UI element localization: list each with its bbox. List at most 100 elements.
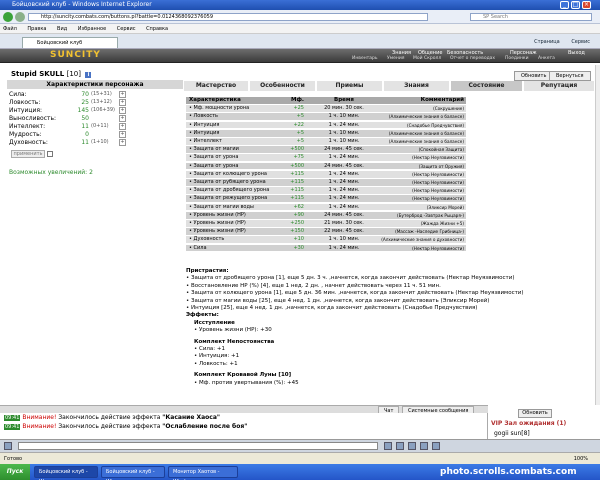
cell-time: 1 ч. 24 мин.	[328, 187, 360, 194]
refresh-button[interactable]: Обновить	[514, 71, 554, 81]
cell-value: +5	[296, 113, 304, 120]
send-icon[interactable]	[384, 442, 392, 450]
cell-value: +115	[290, 187, 304, 194]
tab-reputation[interactable]: Репутация	[524, 81, 595, 91]
plus-icon[interactable]: +	[119, 107, 126, 114]
plus-icon[interactable]: +	[119, 91, 126, 98]
menu-file[interactable]: Файл	[3, 26, 17, 32]
link-inventory[interactable]: Инвентарь	[352, 56, 378, 62]
back-icon[interactable]	[3, 12, 13, 22]
info-icon[interactable]: i	[85, 72, 92, 78]
tools-menu[interactable]: Сервис	[571, 39, 590, 45]
url-input[interactable]: http://suncity.combats.com/buttons.pl?ba…	[28, 13, 428, 21]
plus-icon[interactable]: +	[119, 99, 126, 106]
table-header: Характеристика Мф. Время Комментарий	[186, 97, 466, 105]
cell-comment: (Снадобье Предчувствия)	[406, 122, 464, 128]
table-row: • Мф. мощности урона +25 20 мин. 30 сек. (С…	[186, 105, 466, 113]
maximize-button[interactable]: □	[571, 1, 580, 9]
filter-icon[interactable]	[420, 442, 428, 450]
cell-stat: • Защита от рубящего урона	[189, 179, 266, 185]
tab-techniques[interactable]: Приемы	[317, 81, 383, 91]
tab-knowledge[interactable]: Знания	[384, 81, 450, 91]
vertical-scrollbar[interactable]	[595, 65, 600, 405]
cell-comment: (Массаж -Наследие Грибница-)	[395, 229, 464, 235]
cell-time: 1 ч. 24 мин.	[328, 244, 360, 251]
task-item[interactable]: Монитор Хаотов - Wind...	[168, 466, 238, 485]
character-panel: Stupid SKULL [10] i Характеристики персо…	[5, 65, 183, 405]
address-bar: http://suncity.combats.com/buttons.pl?ba…	[0, 10, 600, 24]
cell-comment: (Нектар Неуязвимости)	[412, 245, 464, 251]
online-user[interactable]: gogii sun[8]	[494, 430, 530, 437]
cell-stat: • Уровень жизни (HP)	[189, 220, 246, 226]
cell-value: +500	[290, 162, 304, 169]
forward-icon[interactable]	[15, 12, 25, 22]
tab-mastery[interactable]: Мастерство	[184, 81, 249, 91]
cell-comment: (Сокрушение)	[433, 106, 464, 112]
clear-icon[interactable]	[396, 442, 404, 450]
menu-favorites[interactable]: Избранное	[78, 26, 106, 32]
close-button[interactable]: ×	[582, 1, 591, 9]
options-icon[interactable]	[432, 442, 440, 450]
cell-time: 24 мин. 45 сек.	[324, 211, 364, 218]
game-header: SUNCITY Знания Общение Безопасность Перс…	[0, 49, 600, 63]
status-text: Готово	[4, 456, 23, 462]
menu-tools[interactable]: Сервис	[117, 26, 136, 32]
browser-tab[interactable]: Бойцовский клуб	[22, 37, 118, 48]
link-skills[interactable]: Умения	[387, 56, 404, 62]
start-button[interactable]: Пуск	[0, 464, 30, 480]
apply-button[interactable]: применить	[11, 150, 45, 158]
addiction-item: • Защита от дробящего урона [1], еще 5 д…	[186, 275, 515, 282]
cell-value: +250	[290, 220, 304, 226]
online-refresh-button[interactable]: Обновить	[518, 409, 552, 418]
effects-title: Эффекты:	[186, 312, 219, 319]
task-item[interactable]: Бойцовский клуб - Wi...	[101, 466, 165, 485]
link-battles[interactable]: Поединки	[505, 56, 529, 62]
table-row: • Защита от магии воды +62 1 ч. 24 мин. (Эл…	[186, 203, 466, 212]
link-profile[interactable]: Анкета	[538, 56, 555, 62]
link-my-scroll[interactable]: Мой Скролл	[413, 56, 441, 62]
cell-value: +10	[293, 236, 304, 243]
menu-edit[interactable]: Правка	[27, 26, 46, 32]
plus-icon[interactable]: +	[119, 139, 126, 146]
cell-comment: (Алхимические знания о балансе)	[388, 130, 464, 136]
plus-icon[interactable]: +	[119, 123, 126, 130]
table-row: • Ловкость +5 1 ч. 10 мин. (Алхимические зн…	[186, 113, 466, 122]
cell-value: +25	[293, 105, 304, 112]
chat-icon[interactable]	[4, 442, 12, 450]
cell-value: +90	[293, 211, 304, 218]
task-item[interactable]: Бойцовский клуб - W...	[34, 466, 98, 485]
table-row: • Защита от дробящего урона +115 1 ч. 24 м…	[186, 187, 466, 195]
cell-value: +62	[293, 203, 304, 210]
cell-time: 24 мин. 45 сек.	[324, 146, 364, 153]
plus-icon[interactable]: +	[119, 131, 126, 138]
back-button[interactable]: Вернуться	[549, 71, 591, 81]
tab-state[interactable]: Состояние	[451, 81, 523, 91]
tab-features[interactable]: Особенности	[250, 81, 316, 91]
cell-stat: Характеристика	[189, 97, 241, 103]
search-input[interactable]: SP Search	[470, 13, 592, 21]
cell-time: 1 ч. 24 мин.	[328, 179, 360, 185]
menu-help[interactable]: Справка	[146, 26, 168, 32]
nav-exit[interactable]: Выход	[568, 50, 585, 56]
table-row: • Защита от магии +500 24 мин. 45 сек. (Спо…	[186, 146, 466, 154]
cell-value: +115	[290, 179, 304, 185]
cell-time: 1 ч. 10 мин.	[328, 113, 360, 120]
cell-stat: • Интуиция	[189, 121, 220, 128]
cell-stat: • Защита от режущего урона	[189, 195, 268, 202]
chat-input[interactable]	[18, 442, 378, 450]
menu-view[interactable]: Вид	[57, 26, 67, 32]
link-transfers[interactable]: Отчет о переводах	[450, 56, 495, 62]
watermark: photo.scrolls.combats.com	[440, 467, 577, 477]
minimize-button[interactable]: _	[560, 1, 569, 9]
plus-icon[interactable]: +	[119, 115, 126, 122]
page-menu[interactable]: Страница	[534, 39, 560, 45]
chat-message: 09:41 Внимание! Закончилось действие эфф…	[4, 423, 248, 430]
cell-value: +75	[293, 154, 304, 161]
apply-checkbox[interactable]	[47, 151, 53, 157]
chat-log: 09:41 Внимание! Закончилось действие эфф…	[0, 413, 488, 439]
browser-tools: Страница Сервис	[524, 37, 590, 47]
room-name: VIP Зал ожидания (1)	[491, 420, 567, 427]
character-name: Stupid SKULL [10] i	[11, 70, 92, 78]
smiles-icon[interactable]	[408, 442, 416, 450]
cell-comment: (Бутерброд -Завтрак Рыцаря-)	[396, 212, 464, 218]
